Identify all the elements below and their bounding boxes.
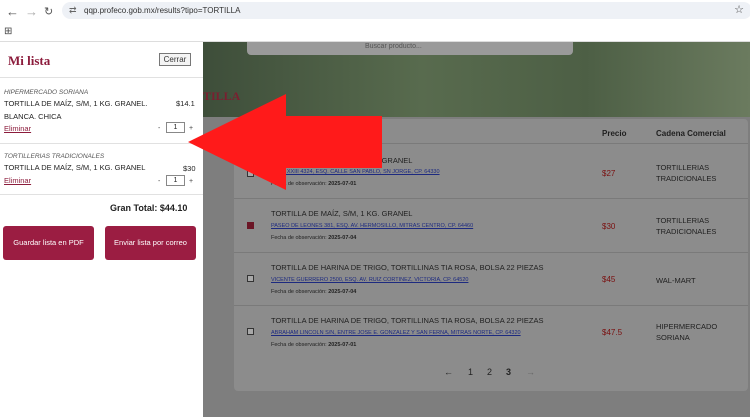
pagination-prev[interactable]: ← bbox=[444, 367, 453, 377]
remove-item-link[interactable]: Eliminar bbox=[4, 124, 31, 133]
pagination-page-1[interactable]: 1 bbox=[468, 367, 473, 377]
email-list-button[interactable]: Enviar lista por correo bbox=[105, 226, 196, 260]
pagination-page-2[interactable]: 2 bbox=[487, 367, 492, 377]
chain-name: WAL-MART bbox=[656, 276, 696, 285]
product-name: TORTILLA DE HARINA DE TRIGO, TORTILLINAS… bbox=[271, 316, 544, 325]
row-checkbox[interactable] bbox=[247, 275, 254, 282]
qty-input[interactable]: 1 bbox=[166, 175, 185, 186]
price-value: $45 bbox=[602, 275, 616, 284]
red-arrow-annotation bbox=[188, 94, 382, 190]
forward-arrow-icon[interactable]: → bbox=[25, 4, 38, 19]
item-store: HIPERMERCADO SORIANA bbox=[4, 89, 89, 96]
qty-input[interactable]: 1 bbox=[166, 122, 185, 133]
divider bbox=[0, 194, 203, 195]
divider bbox=[0, 77, 203, 78]
grand-total: Gran Total: $44.10 bbox=[110, 203, 188, 213]
product-name: TORTILLA DE HARINA DE TRIGO, TORTILLINAS… bbox=[271, 263, 544, 272]
price-value: $30 bbox=[602, 222, 616, 231]
price-value: $47.5 bbox=[602, 328, 623, 337]
chain-name: TORTILLERIAS TRADICIONALES bbox=[656, 216, 717, 236]
qty-decrease-button[interactable]: - bbox=[158, 178, 160, 185]
divider bbox=[0, 143, 203, 144]
product-search-bar[interactable]: Buscar producto... bbox=[247, 42, 573, 55]
row-divider bbox=[234, 198, 748, 199]
header-price: Precio bbox=[602, 129, 627, 138]
row-divider bbox=[234, 305, 748, 306]
chain-name: HIPERMERCADO SORIANA bbox=[656, 322, 718, 342]
chain-name: TORTILLERIAS TRADICIONALES bbox=[656, 163, 717, 183]
address-bar[interactable]: ⇄ qqp.profeco.gob.mx/results?tipo=TORTIL… bbox=[62, 2, 750, 19]
back-arrow-icon[interactable]: ← bbox=[6, 4, 19, 19]
row-checkbox[interactable] bbox=[247, 328, 254, 335]
item-name: TORTILLA DE MAÍZ, S/M, 1 KG. GRANEL. BLA… bbox=[4, 99, 148, 121]
row-checkbox-checked[interactable] bbox=[247, 222, 254, 229]
url-text: qqp.profeco.gob.mx/results?tipo=TORTILLA bbox=[84, 6, 241, 15]
store-address-link[interactable]: VICENTE GUERRERO 2500, ESQ. AV. RUIZ COR… bbox=[271, 277, 468, 283]
browser-toolbar: ← → ↻ ⇄ qqp.profeco.gob.mx/results?tipo=… bbox=[0, 0, 750, 42]
price-value: $27 bbox=[602, 169, 616, 178]
observation-date: Fecha de observación: 2025-07-01 bbox=[271, 342, 357, 348]
shopping-list-sidebar: Mi lista Cerrar HIPERMERCADO SORIANA TOR… bbox=[0, 42, 203, 417]
pagination-page-3-current[interactable]: 3 bbox=[506, 367, 511, 377]
observation-date: Fecha de observación: 2025-07-04 bbox=[271, 289, 357, 295]
item-store: TORTILLERIAS TRADICIONALES bbox=[4, 153, 105, 160]
product-name: TORTILLA DE MAÍZ, S/M, 1 KG. GRANEL bbox=[271, 209, 413, 218]
qty-decrease-button[interactable]: - bbox=[158, 125, 160, 132]
save-pdf-button[interactable]: Guardar lista en PDF bbox=[3, 226, 94, 260]
remove-item-link[interactable]: Eliminar bbox=[4, 176, 31, 185]
apps-grid-icon[interactable]: ⊞ bbox=[4, 26, 12, 37]
header-chain: Cadena Comercial bbox=[656, 129, 726, 138]
store-address-link[interactable]: PASEO DE LEONES 381, ESQ. AV. HERMOSILLO… bbox=[271, 223, 473, 229]
item-name: TORTILLA DE MAÍZ, S/M, 1 KG. GRANEL bbox=[4, 163, 146, 172]
site-info-icon[interactable]: ⇄ bbox=[69, 2, 77, 19]
observation-date: Fecha de observación: 2025-07-04 bbox=[271, 235, 357, 241]
reload-icon[interactable]: ↻ bbox=[44, 5, 53, 18]
close-button[interactable]: Cerrar bbox=[159, 53, 191, 66]
pagination-next[interactable]: → bbox=[526, 367, 535, 377]
sidebar-title: Mi lista bbox=[8, 53, 51, 68]
search-input-placeholder[interactable]: Buscar producto... bbox=[365, 43, 422, 50]
bookmark-star-icon[interactable]: ☆ bbox=[734, 3, 744, 16]
row-divider bbox=[234, 252, 748, 253]
store-address-link[interactable]: ABRAHAM LINCOLN S/N, ENTRE JOSE E. GONZA… bbox=[271, 330, 521, 336]
